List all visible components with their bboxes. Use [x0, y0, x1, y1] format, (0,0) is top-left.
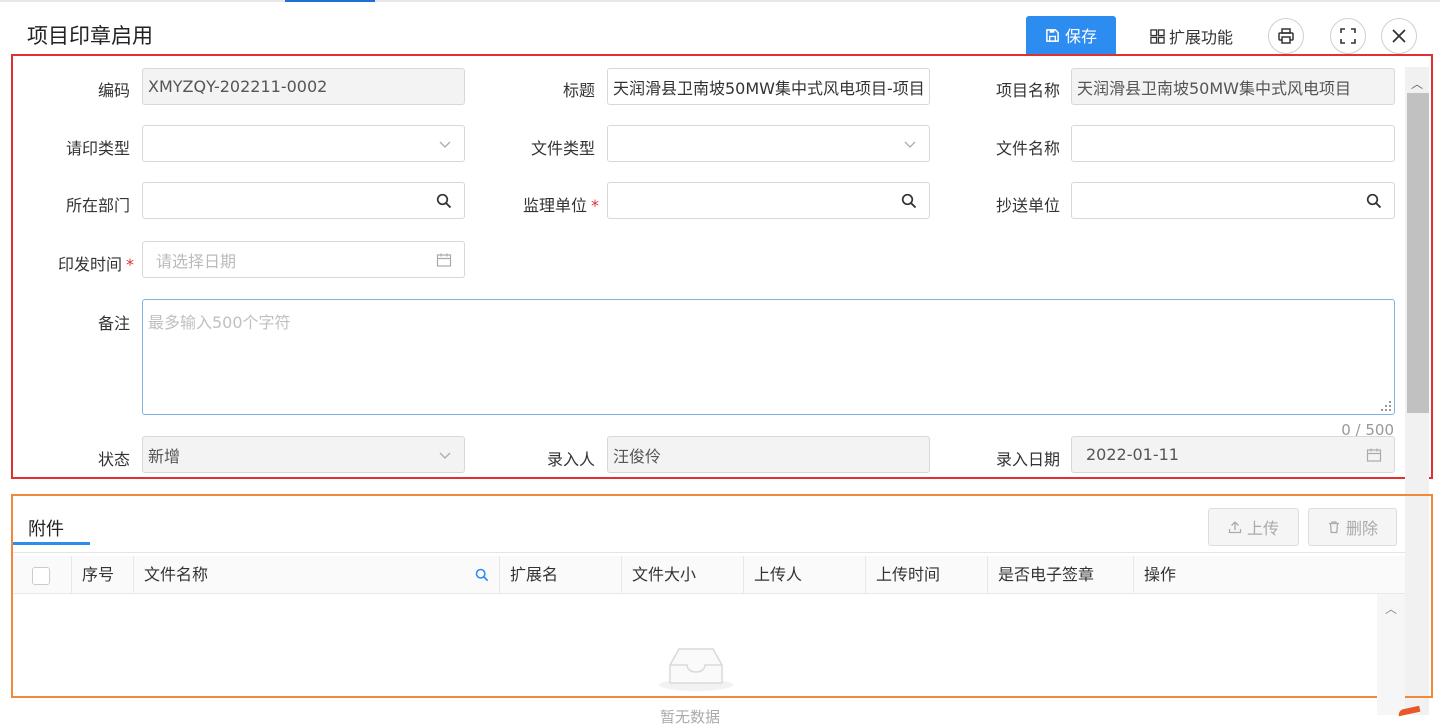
file-name-label: 文件名称 [995, 139, 1060, 158]
empty-box-icon [659, 648, 733, 691]
remark-textarea[interactable]: 最多输入500个字符 [142, 299, 1395, 415]
top-border [0, 0, 1440, 2]
extend-button[interactable]: 扩展功能 [1150, 24, 1233, 48]
col-e-signature: 是否电子签章 [987, 556, 1133, 594]
col-file-size: 文件大小 [621, 556, 743, 594]
entry-date-value: 2022-01-11 [1086, 445, 1179, 464]
remark-label: 备注 [97, 314, 130, 333]
search-icon[interactable] [1366, 183, 1382, 218]
chevron-down-icon [438, 437, 452, 472]
tab-active-indicator [13, 542, 90, 545]
seal-type-select[interactable] [142, 125, 465, 162]
issue-date-label-wrap: 印发时间 * [20, 251, 134, 275]
status-label: 状态 [97, 450, 130, 469]
search-icon[interactable] [436, 183, 452, 218]
delete-label: 删除 [1345, 519, 1378, 538]
seal-type-label: 请印类型 [65, 139, 130, 158]
print-button[interactable] [1268, 18, 1304, 54]
save-icon [1046, 28, 1059, 42]
col-file-name[interactable]: 文件名称 [133, 556, 499, 594]
col-extension: 扩展名 [499, 556, 621, 594]
scroll-thumb[interactable] [1407, 93, 1429, 413]
remark-placeholder: 最多输入500个字符 [148, 313, 291, 332]
calendar-icon [436, 242, 452, 277]
cc-unit-field[interactable] [1071, 182, 1395, 219]
fullscreen-button[interactable] [1330, 18, 1366, 54]
issue-date-picker[interactable]: 请选择日期 [142, 241, 465, 278]
delete-button[interactable]: 删除 [1308, 508, 1397, 546]
trash-icon [1328, 521, 1339, 534]
entry-date-label: 录入日期 [995, 450, 1060, 469]
subject-label: 标题 [562, 81, 595, 100]
issue-date-label: 印发时间 [57, 255, 122, 274]
subject-field[interactable]: 天润滑县卫南坡50MW集中式风电项目-项目 [607, 68, 930, 105]
supervisor-label: 监理单位 [522, 196, 587, 215]
scroll-up-icon[interactable]: ︿ [1411, 75, 1423, 92]
file-name-field[interactable] [1071, 125, 1395, 162]
resize-handle-icon[interactable] [1381, 401, 1391, 411]
supervisor-label-wrap: 监理单位 * [485, 192, 599, 216]
save-label: 保存 [1064, 27, 1097, 46]
entered-by-field[interactable]: 汪俊伶 [607, 436, 930, 473]
subject-value: 天润滑县卫南坡50MW集中式风电项目-项目 [613, 78, 925, 98]
select-all-checkbox[interactable] [32, 567, 50, 585]
print-icon [1278, 28, 1294, 44]
tab-attachments[interactable]: 附件 [28, 515, 64, 541]
entry-date-field[interactable]: 2022-01-11 [1071, 436, 1395, 473]
col-uploader: 上传人 [743, 556, 865, 594]
issue-date-placeholder: 请选择日期 [156, 251, 237, 271]
upload-icon [1228, 521, 1242, 534]
calendar-icon [1366, 437, 1382, 472]
upload-button[interactable]: 上传 [1208, 508, 1299, 546]
required-mark: * [126, 255, 134, 274]
col-actions: 操作 [1133, 556, 1405, 594]
scroll-up-icon[interactable]: ︿ [1385, 600, 1397, 617]
empty-text: 暂无数据 [660, 708, 721, 726]
grid-icon [1150, 28, 1165, 44]
col-index: 序号 [71, 556, 133, 594]
department-field[interactable] [142, 182, 465, 219]
supervisor-field[interactable] [607, 182, 930, 219]
entered-by-label: 录入人 [546, 450, 595, 469]
extend-label: 扩展功能 [1169, 28, 1234, 47]
search-icon[interactable] [475, 568, 489, 582]
search-icon[interactable] [901, 183, 917, 218]
required-mark: * [591, 196, 599, 215]
save-button[interactable]: 保存 [1026, 16, 1116, 54]
file-type-select[interactable] [607, 125, 930, 162]
active-window-indicator [285, 0, 375, 2]
page-title: 项目印章启用 [27, 24, 153, 48]
close-icon [1392, 29, 1406, 43]
chevron-down-icon [903, 126, 917, 161]
department-label: 所在部门 [65, 196, 130, 215]
entered-by-value: 汪俊伶 [613, 446, 662, 466]
project-name-label: 项目名称 [995, 81, 1060, 100]
tab-divider [13, 552, 1405, 553]
project-name-field[interactable]: 天润滑县卫南坡50MW集中式风电项目 [1071, 68, 1395, 105]
upload-label: 上传 [1246, 519, 1279, 538]
status-value: 新增 [148, 446, 181, 466]
status-select[interactable]: 新增 [142, 436, 465, 473]
attachments-table-header: 序号 文件名称 扩展名 文件大小 上传人 上传时间 是否电子签章 操作 [13, 556, 1405, 594]
code-value: XMYZQY-202211-0002 [148, 77, 328, 96]
cc-unit-label: 抄送单位 [995, 196, 1060, 215]
code-label: 编码 [97, 81, 130, 100]
fullscreen-icon [1340, 28, 1356, 44]
file-type-label: 文件类型 [530, 139, 595, 158]
code-field[interactable]: XMYZQY-202211-0002 [142, 68, 465, 105]
col-upload-time: 上传时间 [865, 556, 987, 594]
chevron-down-icon [438, 126, 452, 161]
project-name-value: 天润滑县卫南坡50MW集中式风电项目 [1077, 78, 1351, 98]
close-button[interactable] [1381, 18, 1417, 54]
table-scrollbar[interactable]: ︿ [1377, 594, 1405, 715]
